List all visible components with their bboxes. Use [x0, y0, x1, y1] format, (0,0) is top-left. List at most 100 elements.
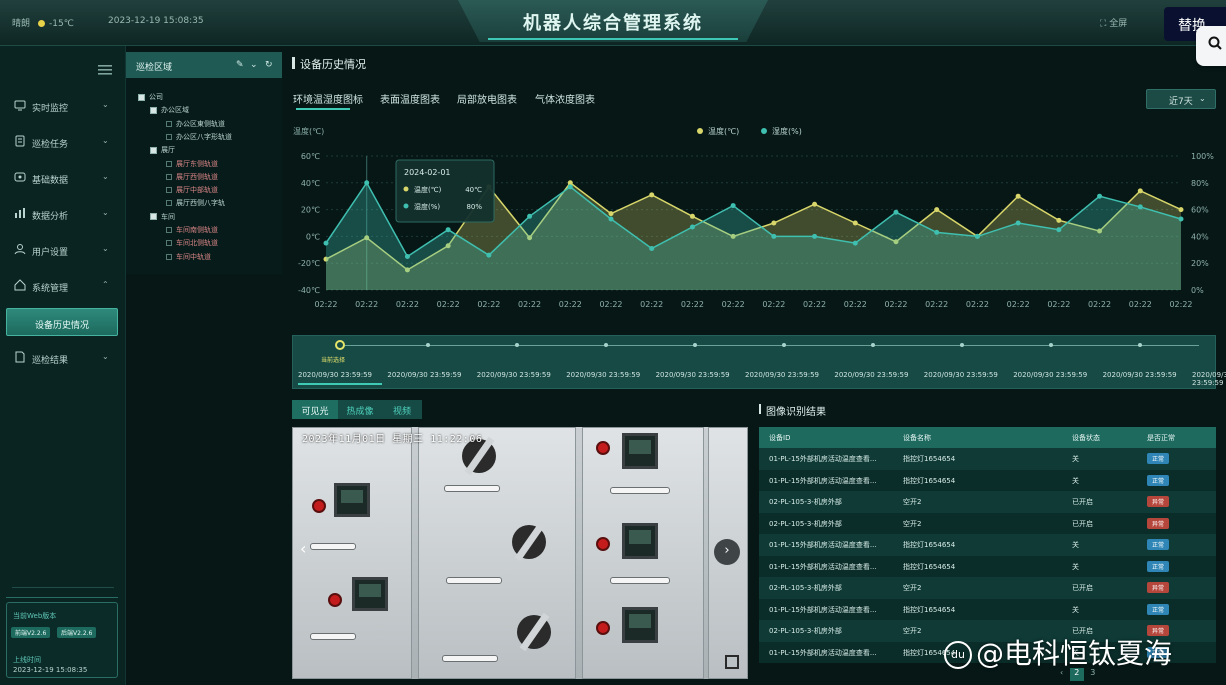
- timeline-time[interactable]: 2020/09/30 23:59:59: [656, 371, 730, 379]
- tree-node[interactable]: 展厅中部轨道: [166, 185, 218, 195]
- timeline-dot[interactable]: [960, 343, 964, 347]
- cabinet-handle: [610, 577, 670, 584]
- timeline-time[interactable]: 2020/09/30 23:59:59: [924, 371, 998, 379]
- timeline-time[interactable]: 2020/09/30 23:59:59: [1103, 371, 1177, 379]
- cell-id: 01-PL-15外部机房活动温度查看...: [769, 562, 877, 571]
- camera-timestamp: 2023年11月01日 星期三 11:22:06: [302, 434, 483, 445]
- timeline-time[interactable]: 2020/09/30 23:59:59: [566, 371, 640, 379]
- cabinet-handle: [444, 485, 500, 492]
- timeline-dot[interactable]: [693, 343, 697, 347]
- timeline-time[interactable]: 2020/09/30 23:59:59: [834, 371, 908, 379]
- camera-tab-video[interactable]: 视频: [382, 400, 422, 419]
- tab-surface-temp[interactable]: 表面温度图表: [380, 91, 440, 106]
- timeline-dot[interactable]: [1138, 343, 1142, 347]
- float-search-button[interactable]: [1196, 26, 1226, 66]
- status-badge: 异常: [1147, 496, 1169, 507]
- collapse-icon[interactable]: [150, 146, 157, 154]
- timeline-dot[interactable]: [871, 343, 875, 347]
- series-point-1: [852, 240, 858, 246]
- table-row[interactable]: 02-PL-105-3-机房外部 空开2 已开启 异常: [759, 577, 1216, 599]
- series-point-0: [771, 220, 777, 226]
- camera-tab-visible[interactable]: 可见光: [292, 400, 338, 419]
- camera-prev-icon[interactable]: ‹: [300, 539, 306, 558]
- edit-icon[interactable]: ✎: [236, 60, 244, 70]
- sidebar-item-2[interactable]: 基础数据 ⌄: [0, 165, 126, 191]
- tree-node[interactable]: 办公区域: [150, 105, 189, 115]
- cell-name: 空开2: [903, 498, 922, 506]
- cell-status: 关: [1072, 476, 1079, 485]
- chevron-icon: ⌄: [102, 208, 109, 217]
- series-point-0: [852, 220, 858, 226]
- section-title: 设备历史情况: [300, 58, 366, 71]
- x-tick-label: 02:22: [722, 300, 745, 309]
- document-icon: [15, 351, 25, 363]
- tree-node[interactable]: 展厅西侧八字轨: [166, 198, 225, 208]
- tree-node-label: 展厅中部轨道: [176, 186, 218, 195]
- sidebar-item-4[interactable]: 用户设置 ⌄: [0, 237, 126, 263]
- tree-node[interactable]: 车间: [150, 212, 175, 222]
- series-point-1: [730, 203, 736, 209]
- tab-gas-concentration[interactable]: 气体浓度图表: [535, 91, 595, 106]
- sidebar-item-0[interactable]: 实时监控 ⌄: [0, 93, 126, 119]
- collapse-icon[interactable]: [150, 213, 157, 221]
- table-row[interactable]: 01-PL-15外部机房活动温度查看... 指控灯1654654 关 正常: [759, 598, 1216, 620]
- tab-env-humidity[interactable]: 环境温湿度图标: [293, 91, 363, 106]
- timeline-time[interactable]: 2020/09/30 23:59:59: [387, 371, 461, 379]
- tab-partial-discharge[interactable]: 局部放电图表: [457, 91, 517, 106]
- tree-node[interactable]: 展厅西侧轨道: [166, 172, 218, 182]
- timeline[interactable]: 当前选择 2020/09/30 23:59:59 2020/09/30 23:59…: [292, 335, 1226, 389]
- tree-node[interactable]: 车间北侧轨道: [166, 238, 218, 248]
- camera-tab-thermal[interactable]: 热成像: [338, 400, 382, 419]
- timeline-time[interactable]: 2020/09/30 23:59:59: [745, 371, 819, 379]
- fullscreen-button[interactable]: ⛶ 全屏: [1100, 16, 1127, 29]
- sidebar-item-6[interactable]: 巡检结果 ⌄: [0, 345, 126, 371]
- table-row[interactable]: 01-PL-15外部机房活动温度查看... 指控灯1654654 关 正常: [759, 534, 1216, 556]
- leaf-icon: [166, 173, 172, 180]
- tree-node[interactable]: 展厅东侧轨道: [166, 159, 218, 169]
- table-row[interactable]: 01-PL-15外部机房活动温度查看... 指控灯1654654 关 正常: [759, 448, 1216, 470]
- timeline-time[interactable]: 2020/09/30 23:59:59: [1013, 371, 1087, 379]
- tree-node[interactable]: 车间南侧轨道: [166, 225, 218, 235]
- sidebar-subitem-history[interactable]: 设备历史情况: [6, 308, 118, 336]
- tree-node[interactable]: 公司: [138, 92, 163, 102]
- timeline-dot[interactable]: [604, 343, 608, 347]
- timeline-dot[interactable]: [782, 343, 786, 347]
- tree-node[interactable]: 办公区東侧轨道: [166, 119, 225, 129]
- status-badge: 异常: [1147, 582, 1169, 593]
- y-axis-label: 温度(℃): [293, 126, 324, 136]
- app-title: 机器人综合管理系统: [523, 13, 703, 34]
- y2-tick-label: 80%: [1191, 179, 1209, 188]
- tree-node[interactable]: 车间中轨道: [166, 252, 211, 262]
- table-row[interactable]: 01-PL-15外部机房活动温度查看... 指控灯1654654 关 正常: [759, 555, 1216, 577]
- table-row[interactable]: 02-PL-105-3-机房外部 空开2 已开启 异常: [759, 512, 1216, 534]
- sidebar-item-5[interactable]: 系统管理 ⌃: [0, 273, 126, 299]
- timeline-dot[interactable]: [1049, 343, 1053, 347]
- cell-name: 指控灯1654654: [903, 541, 956, 549]
- timeline-time[interactable]: 2020/09/30 23:59:59: [1192, 371, 1226, 387]
- table-row[interactable]: 01-PL-15外部机房活动温度查看... 指控灯1654654 关 正常: [759, 469, 1216, 491]
- timeline-dot[interactable]: [426, 343, 430, 347]
- series-point-0: [608, 211, 614, 217]
- timeline-time[interactable]: 2020/09/30 23:59:59: [298, 371, 372, 379]
- backend-version-badge: 后端V2.2.6: [57, 627, 97, 638]
- tree-node[interactable]: 办公区八字形轨道: [166, 132, 232, 142]
- camera-next-button[interactable]: ›: [714, 539, 740, 565]
- tree-node[interactable]: 展厅: [150, 145, 175, 155]
- collapse-icon[interactable]: [138, 93, 145, 101]
- timeline-dot[interactable]: [515, 343, 519, 347]
- sidebar-item-3[interactable]: 数据分析 ⌄: [0, 201, 126, 227]
- timeline-current-marker[interactable]: [335, 340, 345, 350]
- collapse-icon[interactable]: [150, 106, 157, 114]
- fullscreen-icon[interactable]: [725, 655, 739, 669]
- sun-icon: [38, 20, 46, 27]
- refresh-icon[interactable]: ↻: [265, 60, 273, 70]
- tooltip-date: 2024-02-01: [404, 168, 451, 177]
- sidebar-item-1[interactable]: 巡检任务 ⌄: [0, 129, 126, 155]
- range-select[interactable]: 近7天 ⌄: [1146, 89, 1216, 109]
- menu-toggle-icon[interactable]: [98, 64, 112, 76]
- chevron-down-icon[interactable]: ⌄: [250, 60, 258, 70]
- table-row[interactable]: 02-PL-105-3-机房外部 空开2 已开启 异常: [759, 491, 1216, 513]
- indicator-light: [596, 621, 610, 635]
- sidebar-item-label: 巡检任务: [32, 140, 69, 150]
- timeline-time[interactable]: 2020/09/30 23:59:59: [477, 371, 551, 379]
